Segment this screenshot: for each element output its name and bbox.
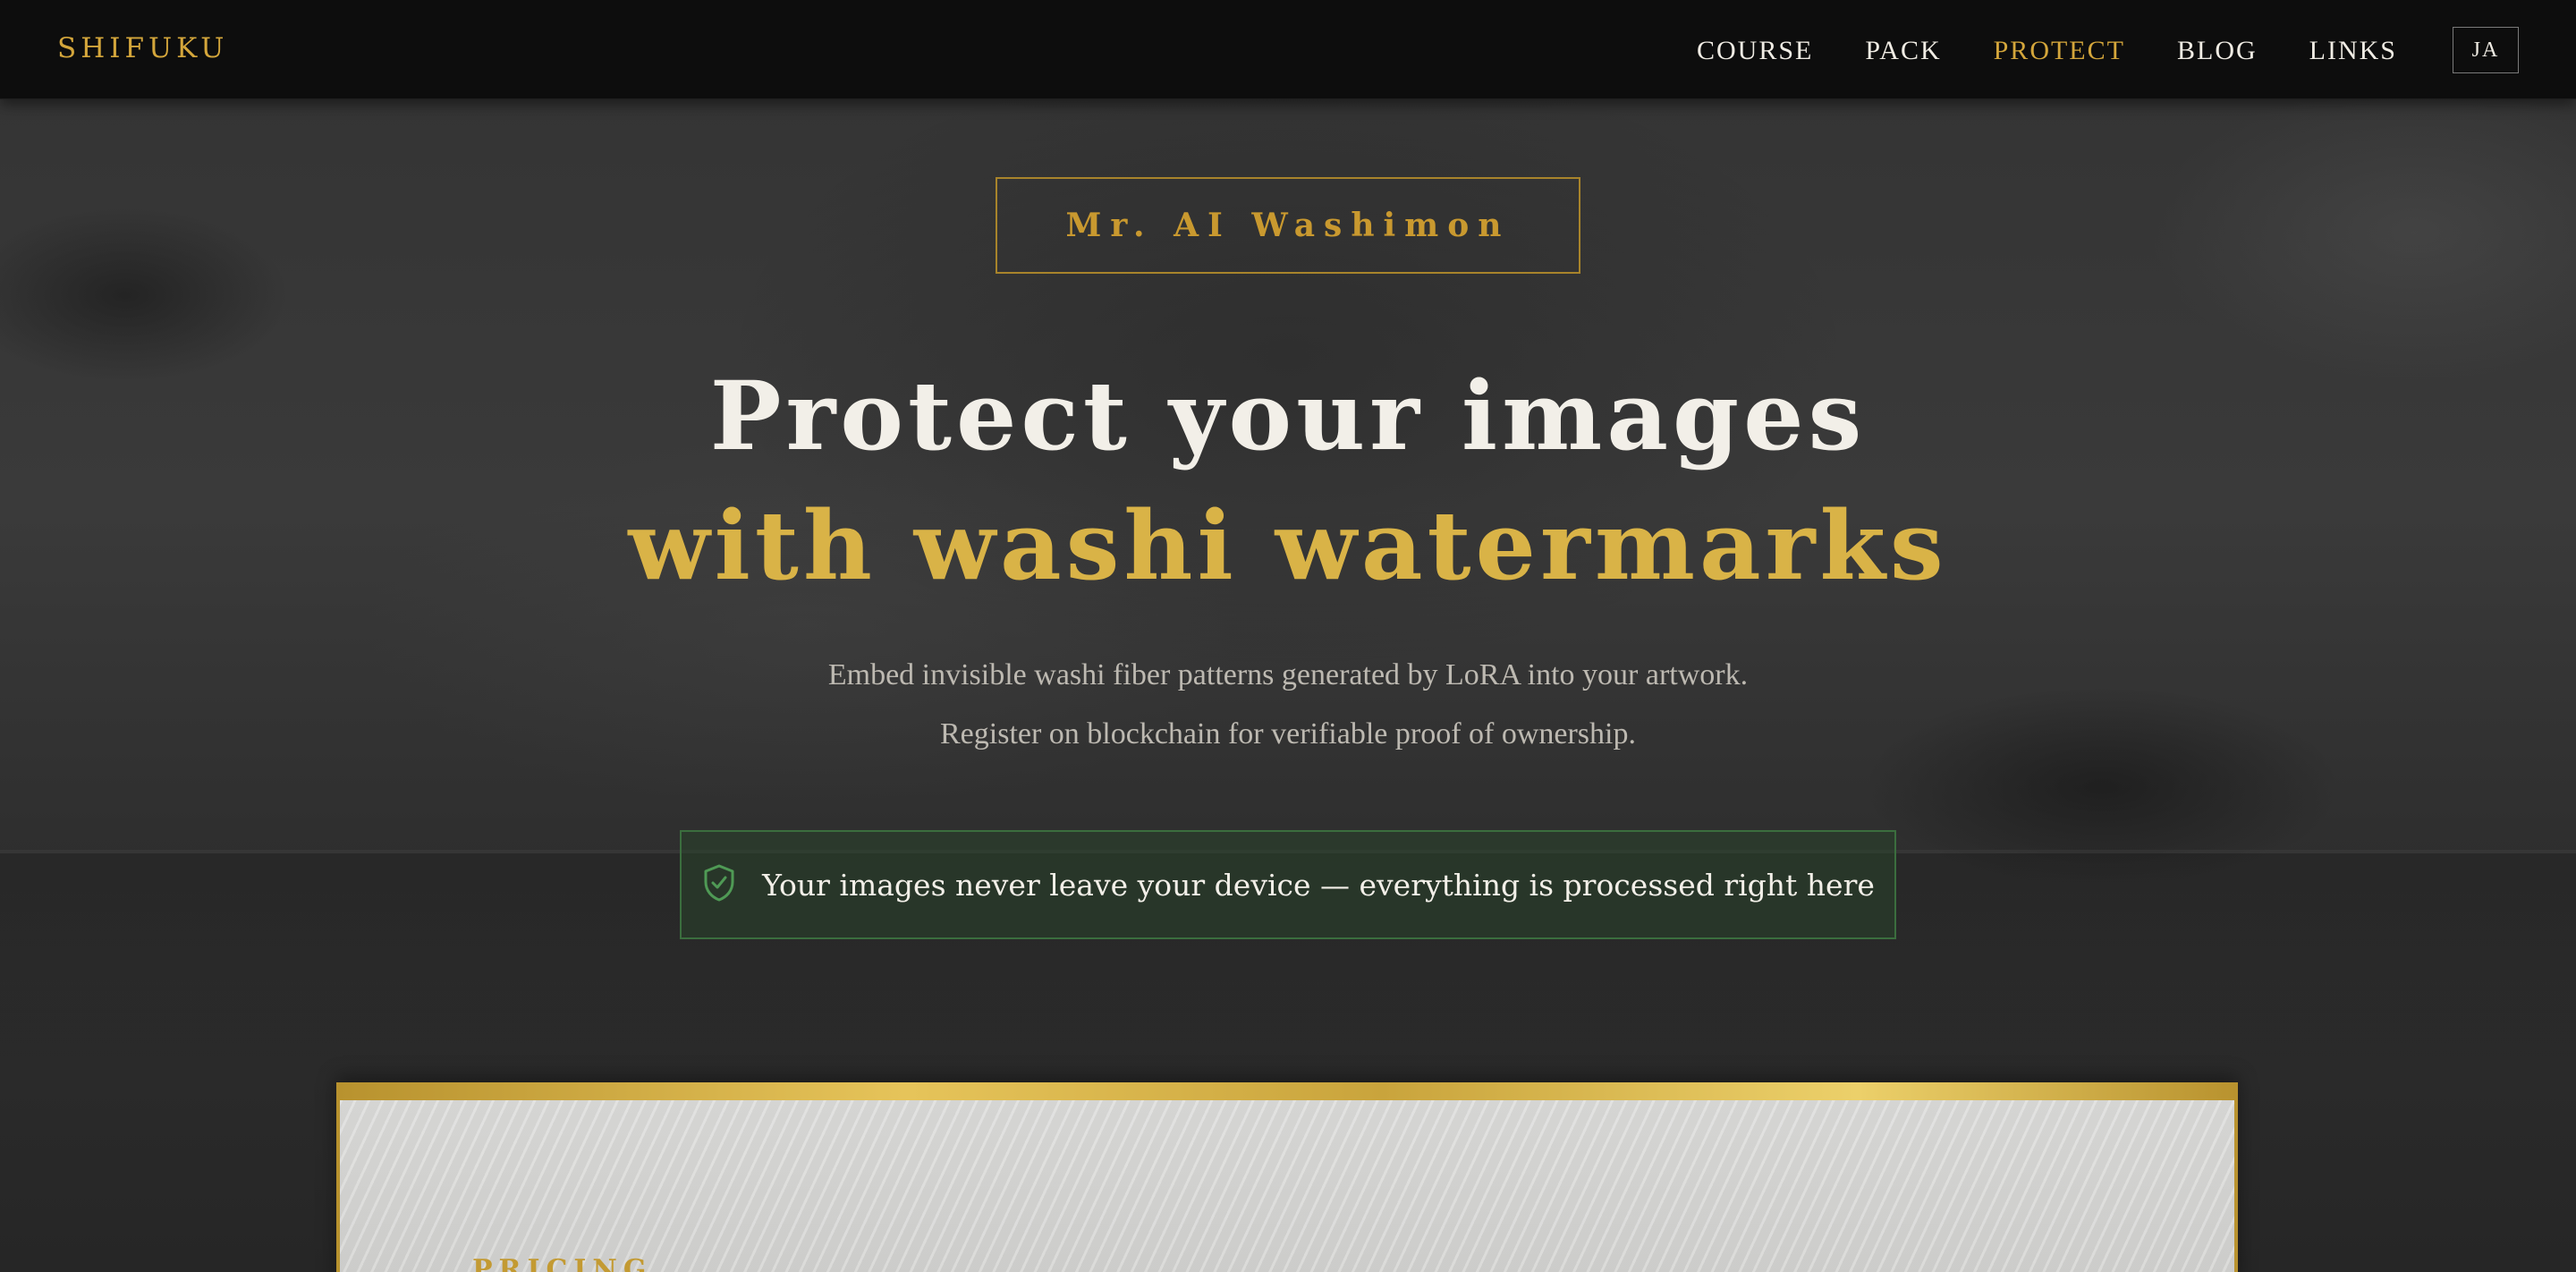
nav-item-links[interactable]: LINKS	[2309, 36, 2397, 66]
nav-item-blog[interactable]: BLOG	[2177, 36, 2258, 66]
pricing-section-label: PRICING	[472, 1254, 653, 1272]
nav-item-pack[interactable]: PACK	[1865, 36, 1941, 66]
privacy-notice-banner: Your images never leave your device — ev…	[680, 830, 1896, 939]
nav-item-protect[interactable]: PROTECT	[1994, 36, 2125, 66]
site-logo[interactable]: SHIFUKU	[57, 32, 228, 64]
hero-title-line2: with washi watermarks	[628, 489, 1948, 601]
shield-check-icon	[701, 863, 737, 906]
main-nav: COURSE PACK PROTECT BLOG LINKS	[1697, 36, 2397, 66]
top-navigation-bar: SHIFUKU COURSE PACK PROTECT BLOG LINKS J…	[0, 0, 2576, 99]
nav-item-course[interactable]: COURSE	[1697, 36, 1813, 66]
hero-subtitle-line1: Embed invisible washi fiber patterns gen…	[827, 658, 1749, 691]
language-toggle-button[interactable]: JA	[2453, 27, 2519, 73]
pricing-card: PRICING	[336, 1082, 2238, 1272]
product-badge: Mr. AI Washimon	[996, 177, 1580, 274]
hero-title-line1: Protect your images	[709, 360, 1867, 471]
pricing-card-paper: PRICING	[340, 1100, 2234, 1272]
hero-subtitle-line2: Register on blockchain for verifiable pr…	[940, 717, 1636, 750]
privacy-notice-text: Your images never leave your device — ev…	[762, 867, 1875, 903]
